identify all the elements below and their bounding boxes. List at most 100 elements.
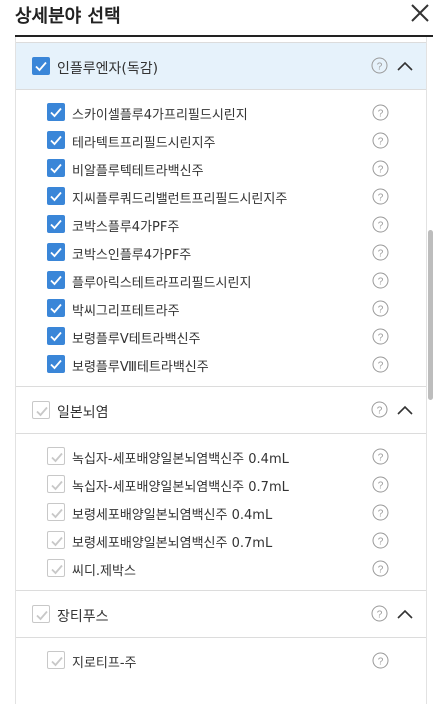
- question-circle-icon[interactable]: ?: [371, 605, 388, 622]
- question-circle-icon[interactable]: ?: [372, 504, 389, 521]
- item-label: 보령플루Ⅴ테트라백신주: [72, 332, 201, 347]
- list-item[interactable]: 녹십자-세포배양일본뇌염백신주 0.4mL?: [16, 442, 426, 470]
- scrollbar-thumb[interactable]: [428, 230, 433, 400]
- list-item[interactable]: 지로티프-주?: [16, 646, 426, 674]
- question-circle-icon[interactable]: ?: [371, 401, 388, 418]
- checkbox[interactable]: [47, 243, 65, 261]
- svg-text:?: ?: [378, 137, 384, 148]
- checkbox[interactable]: [47, 503, 65, 521]
- list-item[interactable]: 플루아릭스테트라프리필드시린지?: [16, 266, 426, 294]
- item-label: 박씨그리프테트라주: [72, 304, 180, 319]
- item-label: 녹십자-세포배양일본뇌염백신주 0.4mL: [72, 452, 289, 467]
- svg-text:?: ?: [378, 657, 384, 668]
- svg-text:?: ?: [378, 537, 384, 548]
- svg-text:?: ?: [378, 509, 384, 520]
- svg-text:?: ?: [378, 333, 384, 344]
- question-circle-icon[interactable]: ?: [372, 104, 389, 121]
- svg-text:?: ?: [378, 249, 384, 260]
- item-label: 플루아릭스테트라프리필드시린지: [72, 276, 252, 291]
- group-checkbox[interactable]: [32, 57, 50, 75]
- group-header[interactable]: 일본뇌염?: [16, 386, 426, 434]
- svg-text:?: ?: [378, 165, 384, 176]
- list-item[interactable]: 비알플루텍테트라백신주?: [16, 154, 426, 182]
- list-item[interactable]: 지씨플루쿼드리밸런트프리필드시린지주?: [16, 182, 426, 210]
- group-header[interactable]: 인플루엔자(독감)?: [16, 42, 426, 90]
- list-item[interactable]: 스카이셀플루4가프리필드시린지?: [16, 98, 426, 126]
- checkbox[interactable]: [47, 475, 65, 493]
- svg-text:?: ?: [378, 565, 384, 576]
- checkbox[interactable]: [47, 159, 65, 177]
- item-label: 테라텍트프리필드시린지주: [72, 136, 216, 151]
- list-item[interactable]: 보령플루Ⅴ테트라백신주?: [16, 322, 426, 350]
- checkbox[interactable]: [47, 651, 65, 669]
- svg-text:?: ?: [377, 406, 383, 417]
- svg-text:?: ?: [378, 193, 384, 204]
- item-label: 코박스플루4가PF주: [72, 220, 180, 235]
- group-checkbox[interactable]: [32, 401, 50, 419]
- list-item[interactable]: 씨디.제박스?: [16, 554, 426, 582]
- svg-text:?: ?: [378, 305, 384, 316]
- list-item[interactable]: 보령플루Ⅷ테트라백신주?: [16, 350, 426, 378]
- question-circle-icon[interactable]: ?: [372, 160, 389, 177]
- group-header[interactable]: 장티푸스?: [16, 590, 426, 638]
- checkbox[interactable]: [47, 559, 65, 577]
- question-circle-icon[interactable]: ?: [372, 244, 389, 261]
- question-circle-icon[interactable]: ?: [372, 476, 389, 493]
- chevron-up-icon[interactable]: [397, 405, 413, 415]
- category-list: 지씨플루?인플루엔자(독감)?스카이셀플루4가프리필드시린지?테라텍트프리필드시…: [16, 37, 426, 682]
- svg-text:?: ?: [378, 453, 384, 464]
- checkbox[interactable]: [47, 447, 65, 465]
- group-label: 장티푸스: [57, 609, 109, 625]
- checkbox[interactable]: [47, 187, 65, 205]
- list-item[interactable]: 보령세포배양일본뇌염백신주 0.7mL?: [16, 526, 426, 554]
- question-circle-icon[interactable]: ?: [372, 448, 389, 465]
- group-checkbox[interactable]: [32, 605, 50, 623]
- modal-header: 상세분야 선택: [0, 0, 441, 37]
- question-circle-icon[interactable]: ?: [372, 216, 389, 233]
- item-label: 녹십자-세포배양일본뇌염백신주 0.7mL: [72, 480, 289, 495]
- question-circle-icon[interactable]: ?: [371, 57, 388, 74]
- item-label: 씨디.제박스: [72, 564, 136, 579]
- checkbox[interactable]: [47, 355, 65, 373]
- checkbox[interactable]: [47, 131, 65, 149]
- close-icon[interactable]: [409, 2, 431, 24]
- checkbox[interactable]: [47, 327, 65, 345]
- checkbox[interactable]: [47, 299, 65, 317]
- item-label: 보령세포배양일본뇌염백신주 0.7mL: [72, 536, 273, 551]
- group-items: 녹십자-세포배양일본뇌염백신주 0.4mL? 녹십자-세포배양일본뇌염백신주 0.…: [16, 434, 426, 590]
- question-circle-icon[interactable]: ?: [372, 300, 389, 317]
- list-item[interactable]: 녹십자-세포배양일본뇌염백신주 0.7mL?: [16, 470, 426, 498]
- svg-text:?: ?: [378, 109, 384, 120]
- question-circle-icon[interactable]: ?: [372, 652, 389, 669]
- question-circle-icon[interactable]: ?: [372, 188, 389, 205]
- checkbox[interactable]: [47, 531, 65, 549]
- chevron-up-icon[interactable]: [397, 609, 413, 619]
- question-circle-icon[interactable]: ?: [372, 132, 389, 149]
- group-items: 지로티프-주?: [16, 638, 426, 682]
- svg-text:?: ?: [378, 481, 384, 492]
- checkbox[interactable]: [47, 215, 65, 233]
- item-label: 스카이셀플루4가프리필드시린지: [72, 108, 248, 123]
- header-divider: [15, 35, 433, 37]
- list-item[interactable]: 코박스플루4가PF주?: [16, 210, 426, 238]
- svg-text:?: ?: [377, 62, 383, 73]
- question-circle-icon[interactable]: ?: [372, 272, 389, 289]
- list-item[interactable]: 테라텍트프리필드시린지주?: [16, 126, 426, 154]
- group-label: 일본뇌염: [57, 405, 109, 421]
- checkbox[interactable]: [47, 103, 65, 121]
- item-label: 보령세포배양일본뇌염백신주 0.4mL: [72, 508, 273, 523]
- list-item[interactable]: 보령세포배양일본뇌염백신주 0.4mL?: [16, 498, 426, 526]
- item-label: 지로티프-주: [72, 656, 137, 671]
- question-circle-icon[interactable]: ?: [372, 560, 389, 577]
- chevron-up-icon[interactable]: [397, 61, 413, 71]
- question-circle-icon[interactable]: ?: [372, 356, 389, 373]
- question-circle-icon[interactable]: ?: [372, 328, 389, 345]
- list-item[interactable]: 코박스인플루4가PF주?: [16, 238, 426, 266]
- modal-title: 상세분야 선택: [15, 6, 121, 27]
- category-scroll-area[interactable]: 지씨플루?인플루엔자(독감)?스카이셀플루4가프리필드시린지?테라텍트프리필드시…: [15, 37, 427, 704]
- question-circle-icon[interactable]: ?: [372, 532, 389, 549]
- list-item[interactable]: 박씨그리프테트라주?: [16, 294, 426, 322]
- checkbox[interactable]: [47, 271, 65, 289]
- svg-text:?: ?: [377, 610, 383, 621]
- group-label: 인플루엔자(독감): [57, 61, 159, 77]
